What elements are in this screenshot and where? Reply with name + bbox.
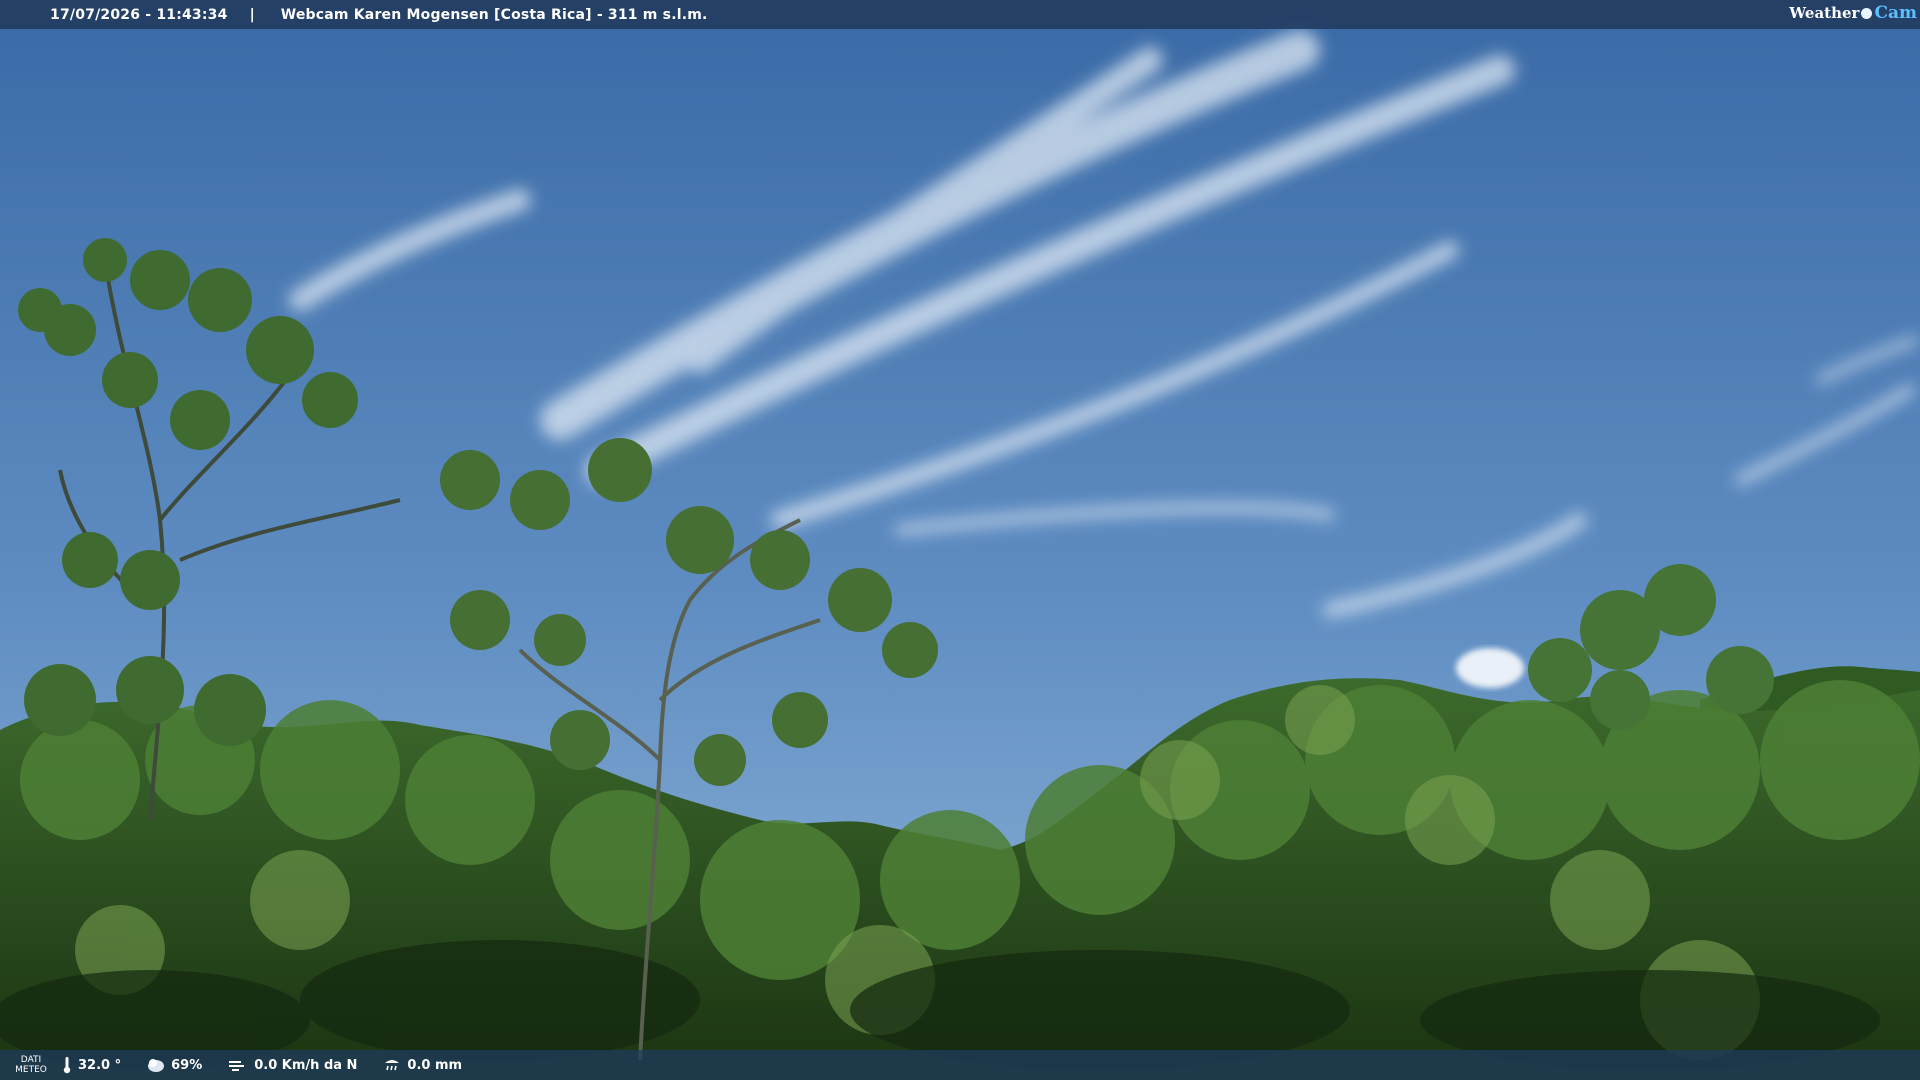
weather-label-line1: DATI — [20, 1055, 42, 1065]
rain-value: 0.0 mm — [407, 1057, 463, 1073]
logo-text-weather: Weather — [1789, 4, 1860, 22]
camera-title: Webcam Karen Mogensen [Costa Rica] - 311… — [280, 6, 708, 23]
temperature-readout: 32.0 ° — [62, 1056, 121, 1074]
humidity-value: 69% — [171, 1057, 203, 1073]
header-separator: | — [249, 6, 255, 23]
rain-readout: 0.0 mm — [383, 1057, 462, 1073]
wind-readout: 0.0 Km/h da N — [228, 1057, 357, 1073]
humidity-readout: 69% — [147, 1057, 202, 1073]
weather-section-label: DATI METEO — [0, 1055, 62, 1075]
header-bar: 17/07/2026 - 11:43:34 | Webcam Karen Mog… — [0, 0, 1920, 29]
logo-dot-icon — [1861, 7, 1873, 19]
weathercam-logo: Weather Cam — [1789, 3, 1917, 23]
temperature-value: 32.0 ° — [78, 1057, 122, 1073]
small-cumulus — [1456, 648, 1524, 688]
weather-bar: DATI METEO 32.0 ° 69% 0.0 Km/h da N 0.0 … — [0, 1050, 1920, 1080]
humidity-icon — [148, 1059, 165, 1072]
logo-text-cam: Cam — [1874, 3, 1917, 23]
weather-label-line2: METEO — [15, 1065, 47, 1075]
thermometer-icon — [63, 1057, 71, 1074]
datetime-label: 17/07/2026 - 11:43:34 — [50, 6, 228, 23]
wind-icon — [229, 1061, 245, 1071]
webcam-scene — [0, 0, 1920, 1080]
wind-value: 0.0 Km/h da N — [254, 1057, 358, 1073]
rain-gauge-icon — [385, 1060, 400, 1071]
